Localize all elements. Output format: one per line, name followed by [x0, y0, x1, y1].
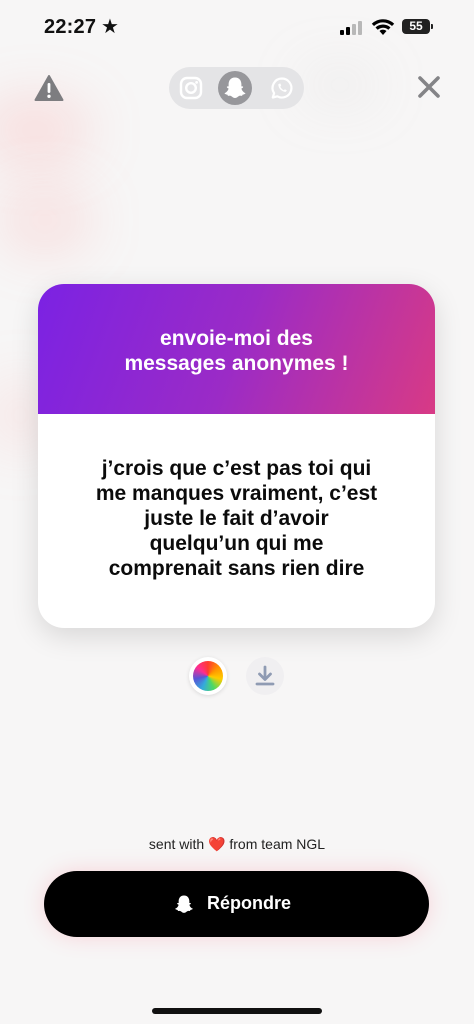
anonymous-message: j’crois que c’est pas toi qui me manques…: [60, 456, 413, 581]
sent-with-footer: sent with ❤️ from team NGL: [0, 836, 474, 853]
download-icon: [255, 665, 275, 686]
battery-icon: 55: [402, 19, 430, 34]
star-icon: ★: [101, 16, 119, 38]
heart-icon: ❤️: [208, 836, 226, 852]
color-picker-button[interactable]: [189, 657, 227, 695]
background-blur: [0, 100, 90, 160]
home-indicator[interactable]: [152, 1008, 322, 1014]
message-line: quelqu’un qui me: [149, 532, 324, 555]
background-blur: [300, 70, 380, 100]
message-card: envoie-moi des messages anonymes ! j’cro…: [38, 284, 435, 628]
instagram-icon[interactable]: [174, 71, 208, 105]
warning-triangle-icon[interactable]: [34, 74, 64, 102]
card-title-line: envoie-moi des: [160, 327, 313, 350]
status-bar: 22:27 ★ 55: [0, 0, 474, 56]
close-icon[interactable]: [414, 72, 444, 102]
whatsapp-icon[interactable]: [265, 71, 299, 105]
snapchat-ghost-icon[interactable]: [218, 71, 252, 105]
battery-cap: [431, 24, 433, 29]
download-button[interactable]: [246, 657, 284, 695]
status-time: 22:27: [44, 16, 97, 38]
wifi-icon: [371, 19, 395, 35]
share-platform-selector: [169, 67, 304, 109]
background-blur: [0, 190, 90, 250]
footer-prefix: sent with: [148, 836, 205, 852]
footer-suffix: from team NGL: [229, 836, 326, 852]
card-title: envoie-moi des messages anonymes !: [58, 326, 415, 376]
snapchat-ghost-icon: [175, 895, 193, 913]
message-line: me manques vraiment, c’est: [95, 482, 378, 505]
message-line: juste le fait d’avoir: [144, 507, 329, 530]
color-wheel-icon: [193, 661, 223, 691]
card-header: envoie-moi des messages anonymes !: [38, 284, 435, 414]
reply-button-label[interactable]: Répondre: [207, 893, 291, 914]
card-title-line: messages anonymes !: [124, 352, 349, 375]
message-line: comprenait sans rien dire: [108, 557, 365, 580]
message-line: j’crois que c’est pas toi qui: [101, 457, 372, 480]
cellular-signal-icon: [340, 21, 366, 35]
